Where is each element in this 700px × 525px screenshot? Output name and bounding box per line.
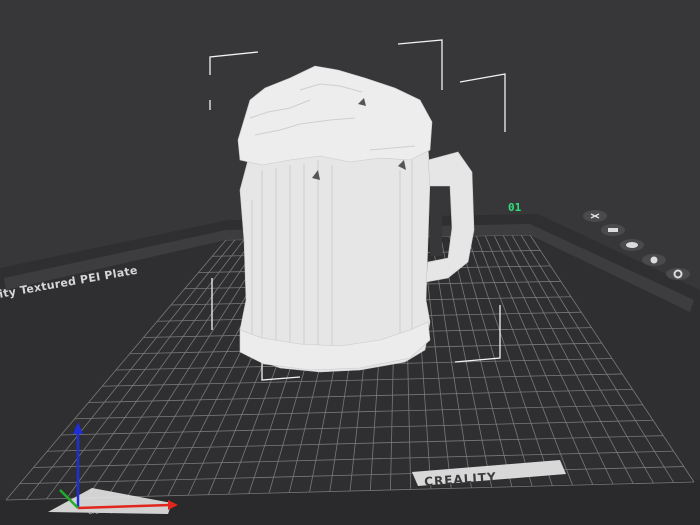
settings-plate-button[interactable] [666,268,690,280]
arrange-plate-button[interactable] [601,224,625,236]
arrange-icon [608,228,618,232]
3d-viewport[interactable]: Creality Textured PEI Plate 01 CREALITY … [0,0,700,525]
lock-plate-button[interactable] [642,254,666,266]
plate-number: 01 [508,201,522,214]
lock-icon [650,256,658,264]
orient-plate-button[interactable] [620,239,644,251]
orient-icon [626,242,638,248]
close-plate-button[interactable] [583,210,607,222]
